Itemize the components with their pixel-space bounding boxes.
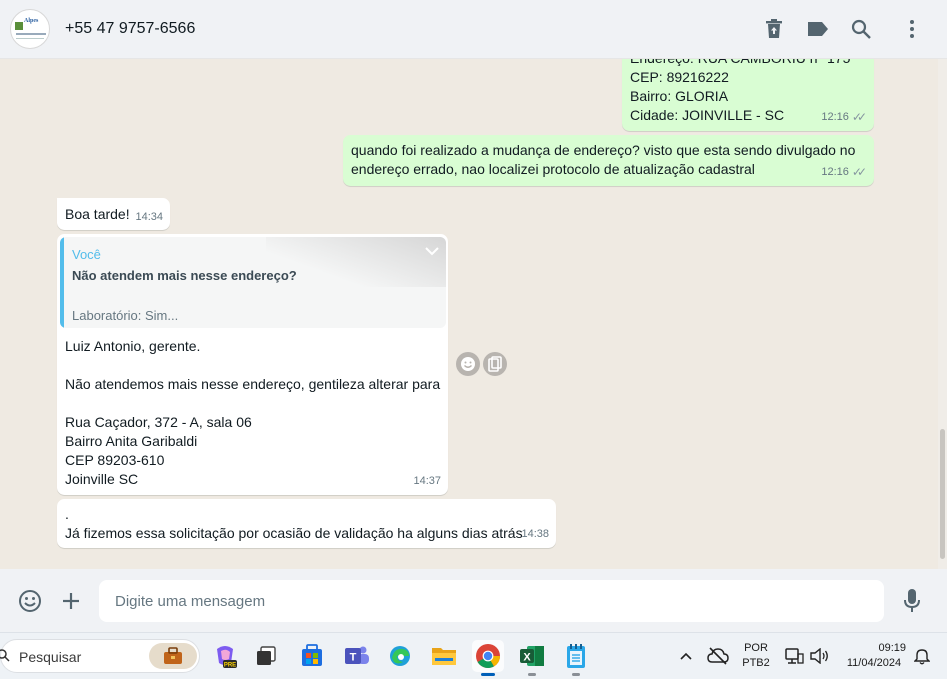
double-check-icon: ✓✓	[851, 165, 867, 179]
message-time: 14:38	[521, 528, 549, 540]
windows-taskbar: Pesquisar PRE T X POR PTB2 09:19 11/04/2…	[0, 632, 947, 679]
quote-accent-bar	[60, 237, 64, 328]
message-line: Endereço: RUA CAMBORIU n° 175	[630, 59, 850, 68]
message-line: Bairro Anita Garibaldi	[65, 433, 198, 449]
message-line: Bairro: GLORIA	[630, 88, 729, 104]
chrome-icon[interactable]	[472, 640, 504, 676]
svg-text:T: T	[350, 652, 357, 664]
avatar-logo-mark	[15, 22, 23, 30]
volume-icon[interactable]	[803, 640, 835, 672]
file-explorer-icon[interactable]	[428, 640, 460, 672]
double-check-icon: ✓✓	[851, 110, 867, 124]
search-icon[interactable]	[847, 15, 875, 43]
message-meta: 14:34	[135, 208, 163, 227]
excel-icon[interactable]: X	[516, 640, 548, 676]
message-line: Luiz Antonio, gerente.	[65, 338, 201, 354]
delete-icon[interactable]	[760, 15, 788, 43]
label-icon[interactable]	[804, 15, 832, 43]
microphone-icon[interactable]	[897, 586, 927, 616]
plus-icon[interactable]	[56, 586, 86, 616]
teams-icon[interactable]: T	[341, 640, 373, 672]
message-time: 12:16	[821, 166, 849, 178]
active-app-indicator	[481, 673, 495, 676]
scrollbar-thumb[interactable]	[940, 429, 945, 559]
chevron-down-icon[interactable]	[424, 243, 440, 262]
incoming-message[interactable]: Você Não atendem mais nesse endereço? La…	[57, 234, 448, 495]
message-line: endereço errado, nao localizei protocolo…	[351, 161, 755, 177]
message-line: quando foi realizado a mudança de endere…	[351, 142, 856, 158]
taskbar-search-label: Pesquisar	[19, 649, 82, 665]
search-icon	[0, 649, 10, 662]
chat-header: Alpes +55 47 9757-6566	[0, 0, 947, 59]
avatar-logo-line	[16, 33, 46, 35]
language-code: POR	[744, 642, 768, 654]
message-meta: 14:38	[521, 525, 549, 544]
language-indicator[interactable]: POR PTB2	[740, 641, 772, 671]
message-meta: 12:16 ✓✓	[821, 163, 867, 182]
message-time: 12:16	[821, 111, 849, 123]
message-line	[65, 394, 440, 413]
contact-avatar[interactable]: Alpes	[10, 9, 50, 49]
running-app-indicator	[572, 673, 580, 676]
quote-subtitle: Laboratório: Sim...	[72, 308, 179, 323]
taskbar-search[interactable]: Pesquisar	[0, 639, 200, 673]
emoji-reaction-icon[interactable]	[456, 352, 480, 376]
incoming-message[interactable]: . Já fizemos essa solicitação por ocasiã…	[57, 499, 556, 548]
incoming-message[interactable]: Boa tarde! 14:34	[57, 198, 170, 230]
emoji-icon[interactable]	[15, 586, 45, 616]
message-input[interactable]	[115, 580, 875, 622]
microsoft-store-icon[interactable]	[296, 640, 328, 672]
outgoing-message[interactable]: Endereço: RUA CAMBORIU n° 175 CEP: 89216…	[622, 59, 874, 131]
cloud-offline-icon[interactable]	[702, 640, 734, 672]
running-app-indicator	[528, 673, 536, 676]
message-line: Cidade: JOINVILLE - SC	[630, 107, 785, 123]
search-highlight-bag-icon[interactable]	[149, 643, 197, 669]
avatar-logo-line	[16, 38, 44, 39]
notepad-icon[interactable]	[560, 640, 592, 676]
message-text: Boa tarde!	[65, 206, 130, 222]
message-line: CEP: 89216222	[630, 69, 729, 85]
menu-icon[interactable]	[898, 15, 926, 43]
message-line: Já fizemos essa solicitação por ocasião …	[65, 525, 523, 541]
chevron-up-icon[interactable]	[670, 640, 702, 672]
outgoing-message[interactable]: quando foi realizado a mudança de endere…	[343, 135, 874, 186]
message-meta: 14:37	[413, 472, 441, 491]
edge-icon[interactable]	[384, 640, 416, 672]
message-line: CEP 89203-610	[65, 452, 165, 468]
message-list[interactable]: Endereço: RUA CAMBORIU n° 175 CEP: 89216…	[0, 59, 938, 569]
quoted-message[interactable]: Você Não atendem mais nesse endereço? La…	[60, 237, 446, 328]
message-line	[65, 356, 440, 375]
keyboard-layout: PTB2	[742, 657, 770, 669]
avatar-logo-text: Alpes	[24, 18, 39, 24]
message-time: 14:34	[135, 211, 163, 223]
svg-text:X: X	[523, 652, 531, 664]
message-line: Rua Caçador, 372 - A, sala 06	[65, 414, 252, 430]
svg-text:PRE: PRE	[224, 663, 236, 669]
message-time: 14:37	[413, 475, 441, 487]
quote-author: Você	[72, 247, 101, 262]
system-clock[interactable]: 09:19 11/04/2024	[838, 641, 910, 671]
message-line: Joinville SC	[65, 471, 139, 487]
message-meta: 12:16 ✓✓	[821, 108, 867, 127]
message-composer	[0, 569, 947, 632]
task-view-icon[interactable]	[250, 640, 282, 672]
copilot-icon[interactable]: PRE	[209, 640, 241, 672]
clock-date: 11/04/2024	[846, 657, 902, 669]
clock-time: 09:19	[878, 642, 906, 654]
quote-title: Não atendem mais nesse endereço?	[72, 268, 297, 283]
message-input-container[interactable]	[99, 580, 884, 622]
quote-hover-overlay	[266, 237, 446, 287]
contact-name[interactable]: +55 47 9757-6566	[65, 20, 195, 38]
message-line: .	[65, 506, 69, 522]
message-line: Não atendemos mais nesse endereço, genti…	[65, 376, 441, 392]
notification-bell-icon[interactable]	[906, 640, 938, 672]
copy-icon[interactable]	[483, 352, 507, 376]
chat-scrollbar[interactable]	[938, 59, 947, 569]
